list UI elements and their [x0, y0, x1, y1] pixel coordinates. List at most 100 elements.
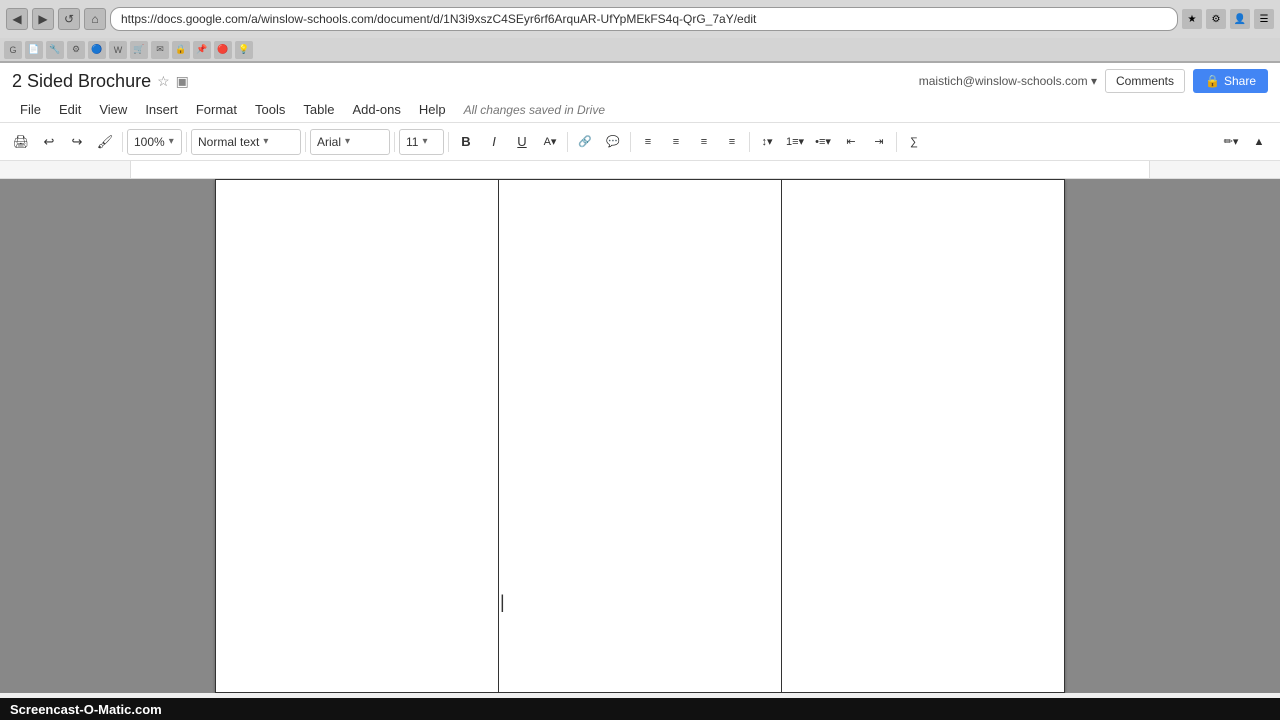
screencast-label: Screencast-O-Matic.com [10, 702, 162, 717]
ext-icon-12[interactable]: 💡 [235, 41, 253, 59]
docs-header: 2 Sided Brochure ☆ ▣ maistich@winslow-sc… [0, 63, 1280, 123]
font-dropdown[interactable]: Arial ▾ [310, 129, 390, 155]
menu-help[interactable]: Help [411, 99, 454, 120]
ext-icon-4[interactable]: ⚙ [67, 41, 85, 59]
bottom-bar: Screencast-O-Matic.com [0, 698, 1280, 720]
numbered-list-button[interactable]: 1≡▾ [782, 129, 808, 155]
ext-icon-9[interactable]: 🔒 [172, 41, 190, 59]
text-color-button[interactable]: A▾ [537, 129, 563, 155]
font-arrow: ▾ [345, 136, 350, 147]
font-size-value: 11 [406, 135, 418, 149]
ext-icon-6[interactable]: W [109, 41, 127, 59]
sidebar-right [1150, 179, 1280, 693]
line-spacing-button[interactable]: ↕▾ [754, 129, 780, 155]
ext-icon-3[interactable]: 🔧 [46, 41, 64, 59]
undo-button[interactable]: ↩ [36, 129, 62, 155]
separator-3 [305, 132, 306, 152]
ext-icon-11[interactable]: 🔴 [214, 41, 232, 59]
bookmark-icon[interactable]: ★ [1182, 9, 1202, 29]
save-status: All changes saved in Drive [464, 103, 605, 117]
lock-icon: 🔒 [1205, 74, 1220, 88]
user-email[interactable]: maistich@winslow-schools.com ▾ [919, 74, 1097, 88]
separator-1 [122, 132, 123, 152]
menu-insert[interactable]: Insert [137, 99, 186, 120]
table-cell-1[interactable] [216, 180, 499, 693]
comment-button[interactable]: 💬 [600, 129, 626, 155]
folder-icon[interactable]: ▣ [176, 73, 189, 90]
separator-9 [896, 132, 897, 152]
extensions-icon[interactable]: ⚙ [1206, 9, 1226, 29]
browser-chrome: ◀ ▶ ↺ ⌂ https://docs.google.com/a/winslo… [0, 0, 1280, 63]
ext-icon-7[interactable]: 🛒 [130, 41, 148, 59]
back-button[interactable]: ◀ [6, 8, 28, 30]
style-dropdown[interactable]: Normal text ▾ [191, 129, 301, 155]
share-label: Share [1224, 74, 1256, 88]
underline-button[interactable]: U [509, 129, 535, 155]
table-cell-2[interactable] [499, 180, 782, 693]
bullet-list-button[interactable]: •≡▾ [810, 129, 836, 155]
menu-addons[interactable]: Add-ons [344, 99, 408, 120]
home-button[interactable]: ⌂ [84, 8, 106, 30]
docs-title-left: 2 Sided Brochure ☆ ▣ [12, 71, 189, 92]
ext-icon-8[interactable]: ✉ [151, 41, 169, 59]
print-button[interactable]: 🖨 [8, 129, 34, 155]
url-text: https://docs.google.com/a/winslow-school… [121, 12, 756, 26]
table-row [216, 180, 1065, 693]
increase-indent-button[interactable]: ⇥ [866, 129, 892, 155]
menu-tools[interactable]: Tools [247, 99, 293, 120]
redo-button[interactable]: ↪ [64, 129, 90, 155]
formula-button[interactable]: ∑ [901, 129, 927, 155]
document-page[interactable]: | [215, 179, 1065, 693]
page-container: | [130, 179, 1150, 693]
main-area: | [0, 179, 1280, 693]
separator-4 [394, 132, 395, 152]
ext-icon-10[interactable]: 📌 [193, 41, 211, 59]
forward-button[interactable]: ▶ [32, 8, 54, 30]
docs-title-right: maistich@winslow-schools.com ▾ Comments … [919, 69, 1268, 93]
text-cursor: | [500, 592, 505, 613]
address-bar[interactable]: https://docs.google.com/a/winslow-school… [110, 7, 1178, 31]
ruler-inner [130, 161, 1150, 178]
align-right-button[interactable]: ≡ [691, 129, 717, 155]
font-value: Arial [317, 135, 341, 149]
zoom-value: 100% [134, 135, 165, 149]
link-button[interactable]: 🔗 [572, 129, 598, 155]
browser-icons: ★ ⚙ 👤 ☰ [1182, 9, 1274, 29]
toolbar: 🖨 ↩ ↪ 🖌 100% ▾ Normal text ▾ Arial ▾ 11 … [0, 123, 1280, 161]
menu-file[interactable]: File [12, 99, 49, 120]
star-icon[interactable]: ☆ [157, 73, 170, 90]
edit-button[interactable]: ✏▾ [1218, 129, 1244, 155]
menu-view[interactable]: View [91, 99, 135, 120]
italic-button[interactable]: I [481, 129, 507, 155]
separator-6 [567, 132, 568, 152]
menu-bar: File Edit View Insert Format Tools Table… [12, 97, 1268, 122]
align-left-button[interactable]: ≡ [635, 129, 661, 155]
table-cell-3[interactable] [782, 180, 1065, 693]
comments-button[interactable]: Comments [1105, 69, 1185, 93]
bold-button[interactable]: B [453, 129, 479, 155]
doc-table[interactable] [215, 179, 1065, 693]
style-arrow: ▾ [263, 136, 268, 147]
menu-edit[interactable]: Edit [51, 99, 89, 120]
ext-icon-1[interactable]: G [4, 41, 22, 59]
collapse-button[interactable]: ▲ [1246, 129, 1272, 155]
ruler [0, 161, 1280, 179]
align-center-button[interactable]: ≡ [663, 129, 689, 155]
sidebar-left [0, 179, 130, 693]
menu-table[interactable]: Table [295, 99, 342, 120]
menu-format[interactable]: Format [188, 99, 245, 120]
refresh-button[interactable]: ↺ [58, 8, 80, 30]
decrease-indent-button[interactable]: ⇤ [838, 129, 864, 155]
align-justify-button[interactable]: ≡ [719, 129, 745, 155]
share-button[interactable]: 🔒 Share [1193, 69, 1268, 93]
user-icon[interactable]: 👤 [1230, 9, 1250, 29]
doc-title: 2 Sided Brochure [12, 71, 151, 92]
zoom-dropdown[interactable]: 100% ▾ [127, 129, 182, 155]
ext-icon-2[interactable]: 📄 [25, 41, 43, 59]
separator-8 [749, 132, 750, 152]
paint-format-button[interactable]: 🖌 [92, 129, 118, 155]
menu-icon[interactable]: ☰ [1254, 9, 1274, 29]
ext-icon-5[interactable]: 🔵 [88, 41, 106, 59]
font-size-dropdown[interactable]: 11 ▾ [399, 129, 444, 155]
browser-toolbar: ◀ ▶ ↺ ⌂ https://docs.google.com/a/winslo… [0, 0, 1280, 38]
